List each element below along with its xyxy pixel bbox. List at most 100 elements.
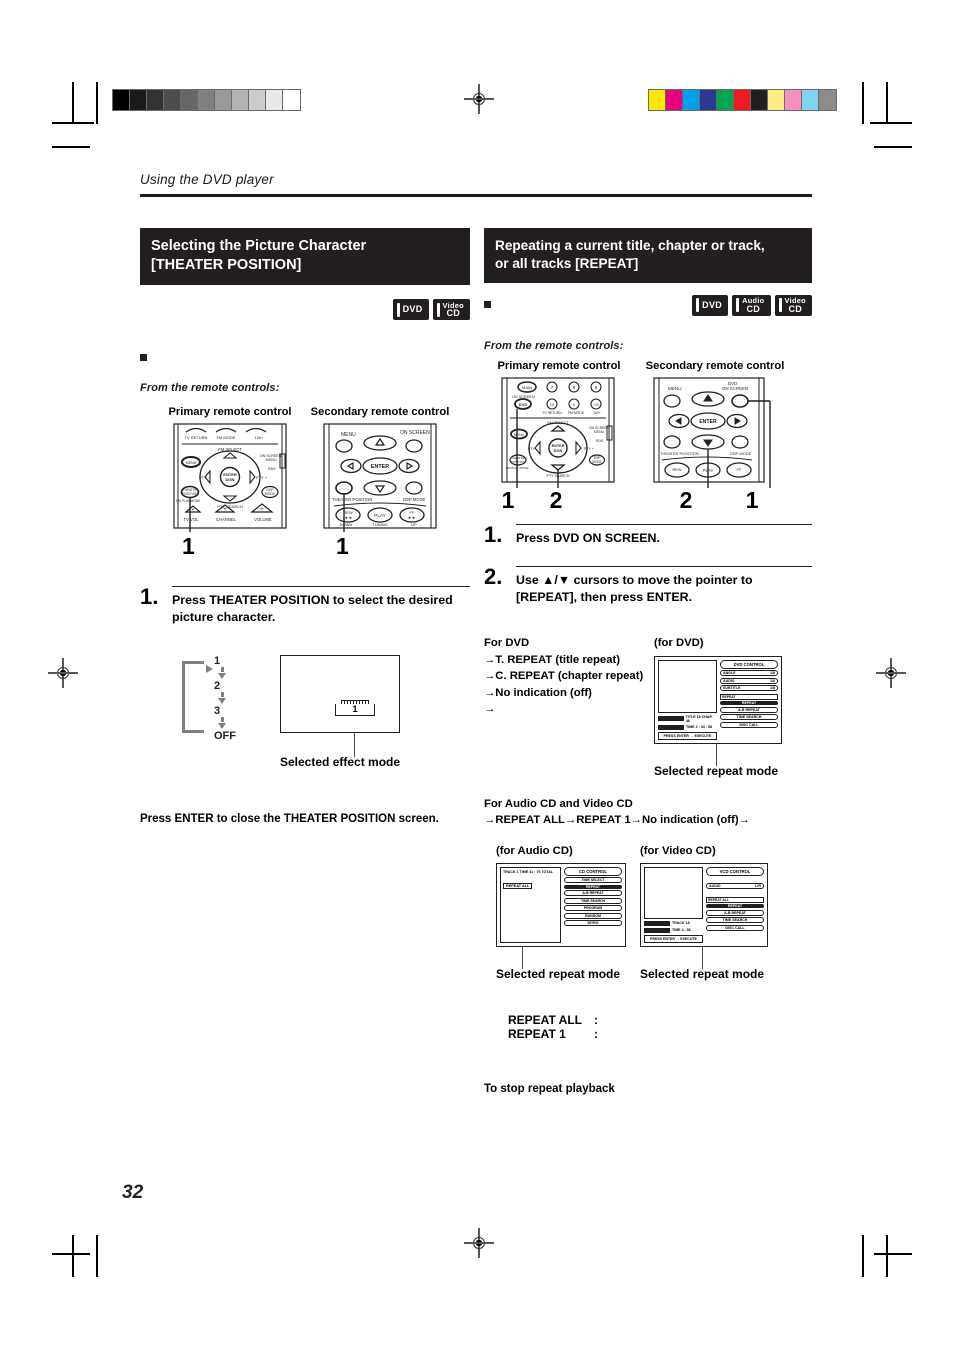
- svg-text:MAIN: MAIN: [522, 385, 532, 390]
- svg-text:TV RETURN: TV RETURN: [542, 411, 562, 415]
- dvd-disc-icon: DVD: [692, 294, 729, 316]
- manual-page: Using the DVD player Selecting the Pictu…: [0, 0, 954, 1351]
- right-step-2-number: 2.: [484, 564, 503, 590]
- vcd-osd-menu-time-search[interactable]: TIME SEARCH: [706, 917, 764, 924]
- svg-text:TUNING: TUNING: [372, 522, 387, 527]
- dvd-repeat-mode-list: For DVD →T. REPEAT (title repeat) →C. RE…: [484, 635, 644, 777]
- right-step-2: 2. Use ▲/▼ cursors to move the pointer t…: [484, 566, 812, 605]
- vcd-osd-row-audio[interactable]: AUDIO L/R: [706, 883, 764, 890]
- svg-text:DVD: DVD: [519, 402, 528, 407]
- primary-remote-figure: Primary remote control TV RETURN FM MODE…: [160, 406, 300, 560]
- effect-mode-leader-line: [354, 733, 356, 758]
- dvd-osd-row-angle[interactable]: ANGLE 1/8: [720, 670, 778, 677]
- svg-text:UP: UP: [411, 522, 417, 527]
- vcd-control-screen: TRACK 18 TIME 4 : 56 PRESS ENTER → EXECU…: [640, 862, 768, 947]
- dvd-osd-menu-time-search[interactable]: TIME SEARCH: [720, 714, 778, 721]
- svg-text:CHANNEL: CHANNEL: [216, 517, 237, 522]
- primary-remote-caption: Primary remote control: [497, 359, 621, 372]
- secondary-remote-callout-1: 1: [745, 486, 759, 513]
- vcd-status-line-1: TRACK 18: [672, 921, 690, 926]
- svg-text:THEATER POSITION: THEATER POSITION: [332, 497, 372, 502]
- cd-control-screen: TRACK 1 TIME 31 : 79 TOTAL REPEAT ALL CD…: [496, 862, 626, 947]
- video-cd-disc-icon-label: Video CD: [784, 296, 806, 314]
- dvd-mode-item-4: →: [484, 702, 496, 715]
- left-section-heading: Selecting the Picture Character [THEATER…: [140, 228, 470, 286]
- svg-text:ENTER: ENTER: [371, 464, 389, 470]
- cd-osd-menu-time-search[interactable]: TIME SEARCH: [564, 897, 622, 904]
- legend-term-repeat-1: REPEAT 1: [508, 1026, 566, 1041]
- svg-text:100 PLAY MODE: 100 PLAY MODE: [176, 499, 201, 503]
- left-step-1: 1. Press THEATER POSITION to select the …: [140, 586, 470, 625]
- cd-osd-menu-ab-repeat[interactable]: A-B REPEAT: [564, 890, 622, 897]
- vcd-osd-menu-ab-repeat[interactable]: A-B REPEAT: [706, 909, 764, 916]
- dvd-osd-title: DVD CONTROL: [720, 659, 778, 669]
- dvd-osd-menu-ab-repeat[interactable]: A-B REPEAT: [720, 706, 778, 713]
- cycle-loop-arrow: [182, 661, 213, 734]
- svg-text:MODE: MODE: [265, 492, 276, 496]
- primary-remote-figure-repeat: Primary remote control MAIN 7 8 9 ON SCR…: [484, 360, 634, 514]
- dvd-osd-menu-disc-call[interactable]: DISC CALL: [720, 721, 778, 728]
- cd-repeat-leader-line: [522, 946, 524, 969]
- cd-osd-menu-repeat[interactable]: REPEAT: [564, 884, 622, 889]
- stop-repeat-note: To stop repeat playback: [484, 1082, 615, 1095]
- cd-osd-menu-program[interactable]: PROGRAM: [564, 905, 622, 912]
- dvd-repeat-leader-line: [716, 743, 718, 766]
- svg-text:►►: ►►: [408, 515, 416, 520]
- left-column: Selecting the Picture Character [THEATER…: [140, 228, 470, 825]
- right-heading-line-1: Repeating a current title, chapter or tr…: [495, 238, 765, 253]
- svg-text:PLAY: PLAY: [374, 513, 385, 518]
- secondary-remote-illustration-icon: MENU ON SCREEN ENTER THEATER POSITION DS…: [323, 423, 437, 533]
- right-step-1-text: Press DVD ON SCREEN.: [516, 530, 660, 545]
- primary-remote-illustration-icon: TV RETURN FM MODE 100+ FM SELECT ENTER D…: [173, 423, 287, 533]
- svg-text:RDS: RDS: [596, 439, 604, 443]
- svg-text:PTY -: PTY -: [199, 475, 210, 480]
- audio-cd-osd-figure: (for Audio CD) TRACK 1 TIME 31 : 79 TOTA…: [496, 843, 626, 981]
- right-heading-line-2: or all tracks [REPEAT]: [495, 255, 639, 271]
- svg-text:FM MODE: FM MODE: [568, 411, 585, 415]
- left-heading-line-1: Selecting the Picture Character: [151, 238, 367, 254]
- cd-repeat-mode-list: For Audio CD and Video CD →REPEAT ALL→RE…: [484, 796, 812, 829]
- cd-osd-menu-random[interactable]: RANDOM: [564, 912, 622, 919]
- cd-osd-menu-intro[interactable]: INTRO: [564, 920, 622, 927]
- vcd-selected-repeat-caption: Selected repeat mode: [640, 966, 765, 981]
- vcd-osd-menu-disc-call[interactable]: DISC CALL: [706, 924, 764, 931]
- dvd-screen-footer: PRESS ENTER → EXECUTE: [658, 731, 717, 740]
- svg-text:MENU: MENU: [514, 433, 525, 437]
- running-head: Using the DVD player: [140, 172, 274, 187]
- secondary-remote-callout-2: 2: [679, 486, 693, 513]
- audio-cd-disc-icon: Audio CD: [732, 294, 771, 316]
- right-section-heading: Repeating a current title, chapter or tr…: [484, 228, 812, 283]
- cd-osd-menu-time-select[interactable]: TIME SELECT: [564, 877, 622, 884]
- secondary-remote-figure-repeat: Secondary remote control MENU DVD ON SCR…: [640, 360, 790, 514]
- cd-modes-title: For Audio CD and Video CD: [484, 797, 633, 810]
- svg-text:PTY +: PTY +: [584, 447, 594, 451]
- cycle-item-1: 1: [214, 655, 221, 668]
- video-cd-disc-icon: Video CD: [774, 294, 812, 316]
- dvd-disc-icon-label: DVD: [402, 304, 423, 315]
- svg-text:ENTER: ENTER: [552, 444, 565, 448]
- svg-text:POSITION: POSITION: [511, 460, 525, 464]
- svg-text:+: +: [260, 507, 264, 513]
- cycle-item-2: 2: [214, 680, 221, 693]
- right-step-2-text: Use ▲/▼ cursors to move the pointer to […: [516, 573, 753, 604]
- svg-text:DSP MODE: DSP MODE: [730, 451, 752, 456]
- vcd-osd-menu-repeat[interactable]: REPEAT: [706, 904, 764, 909]
- dvd-osd-row-subtitle[interactable]: SUBTITLE 1/8: [720, 685, 778, 692]
- left-closing-note: Press ENTER to close the THEATER POSITIO…: [140, 813, 439, 826]
- svg-text:PTY +: PTY +: [256, 475, 268, 480]
- dvd-disc-icon: DVD: [392, 299, 429, 321]
- svg-text:ENTER: ENTER: [699, 419, 717, 425]
- svg-text:+: +: [223, 507, 227, 513]
- left-from-remote-label: From the remote controls:: [140, 382, 280, 395]
- dvd-osd-menu-repeat[interactable]: REPEAT: [720, 701, 778, 706]
- legend-colon-repeat-all: :: [594, 1012, 598, 1027]
- dvd-disc-icon-label: DVD: [702, 299, 723, 310]
- dvd-osd-row-audio[interactable]: AUDIO 1/8: [720, 677, 778, 684]
- audio-cd-disc-icon-label: Audio CD: [742, 296, 765, 314]
- cd-status-line: TRACK 1 TIME 31 : 79 TOTAL: [503, 869, 553, 874]
- right-step-1-number: 1.: [484, 521, 503, 547]
- svg-text:THEATER POSITION: THEATER POSITION: [660, 451, 699, 456]
- effect-mode-indicator: 1: [335, 700, 375, 717]
- right-from-remote-label: From the remote controls:: [484, 339, 624, 352]
- svg-text:VOLUME: VOLUME: [254, 517, 272, 522]
